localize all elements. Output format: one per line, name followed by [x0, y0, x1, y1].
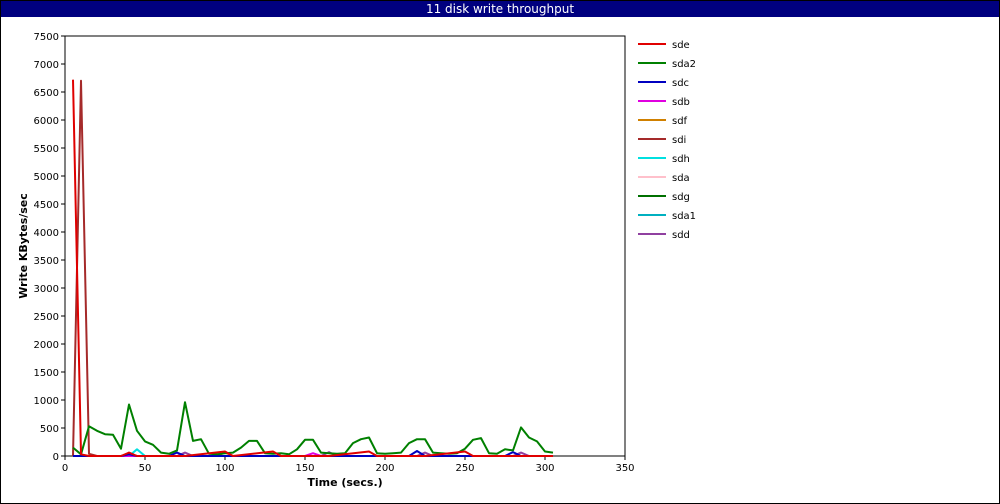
y-axis-title: Write KBytes/sec: [17, 193, 30, 299]
legend: sde sda2 sdc sdb sdf sdi sdh sda sdg sda1 sdd: [638, 40, 696, 241]
legend-label-sdi: sdi: [672, 135, 686, 146]
x-tick-label: 350: [615, 463, 634, 474]
y-tick-label: 7500: [34, 32, 59, 43]
y-tick-label: 6500: [34, 88, 59, 99]
x-tick-label: 100: [215, 463, 234, 474]
y-tick-label: 7000: [34, 60, 59, 71]
y-tick-label: 3000: [34, 284, 59, 295]
y-tick-label: 1500: [34, 368, 59, 379]
y-tick-label: 2000: [34, 340, 59, 351]
plot-area: [64, 35, 626, 457]
y-tick-label: 5500: [34, 144, 59, 155]
y-tick-label: 2500: [34, 312, 59, 323]
y-tick-label: 500: [40, 424, 59, 435]
y-tick-label: 4000: [34, 228, 59, 239]
y-tick-label: 4500: [34, 200, 59, 211]
x-tick-label: 0: [62, 463, 68, 474]
legend-label-sdg: sdg: [672, 192, 690, 203]
legend-label-sdd: sdd: [672, 230, 690, 241]
line-chart: 0500100015002000250030003500400045005000…: [17, 32, 696, 489]
legend-label-sda: sda: [672, 173, 690, 184]
y-tick-label: 1000: [34, 396, 59, 407]
legend-label-sdf: sdf: [672, 116, 688, 127]
x-tick-label: 150: [295, 463, 314, 474]
y-tick-label: 5000: [34, 172, 59, 183]
y-tick-label: 0: [53, 452, 59, 463]
y-tick-label: 6000: [34, 116, 59, 127]
legend-label-sde: sde: [672, 40, 690, 51]
legend-label-sdb: sdb: [672, 97, 690, 108]
x-tick-label: 50: [139, 463, 152, 474]
y-tick-label: 3500: [34, 256, 59, 267]
y-axis-ticks: 0 500 1000 1500 2000 2500 3000 3500 4000 4500 5000…: [34, 32, 65, 463]
legend-label-sda1: sda1: [672, 211, 696, 222]
legend-label-sdc: sdc: [672, 78, 689, 89]
legend-label-sda2: sda2: [672, 59, 696, 70]
x-tick-label: 300: [535, 463, 554, 474]
legend-label-sdh: sdh: [672, 154, 690, 165]
x-axis-title: Time (secs.): [307, 476, 382, 489]
x-axis-ticks: 0 50 100 150 200 250 300 350: [62, 456, 635, 474]
x-tick-label: 250: [455, 463, 474, 474]
x-tick-label: 200: [375, 463, 394, 474]
plot-background: [65, 36, 625, 456]
